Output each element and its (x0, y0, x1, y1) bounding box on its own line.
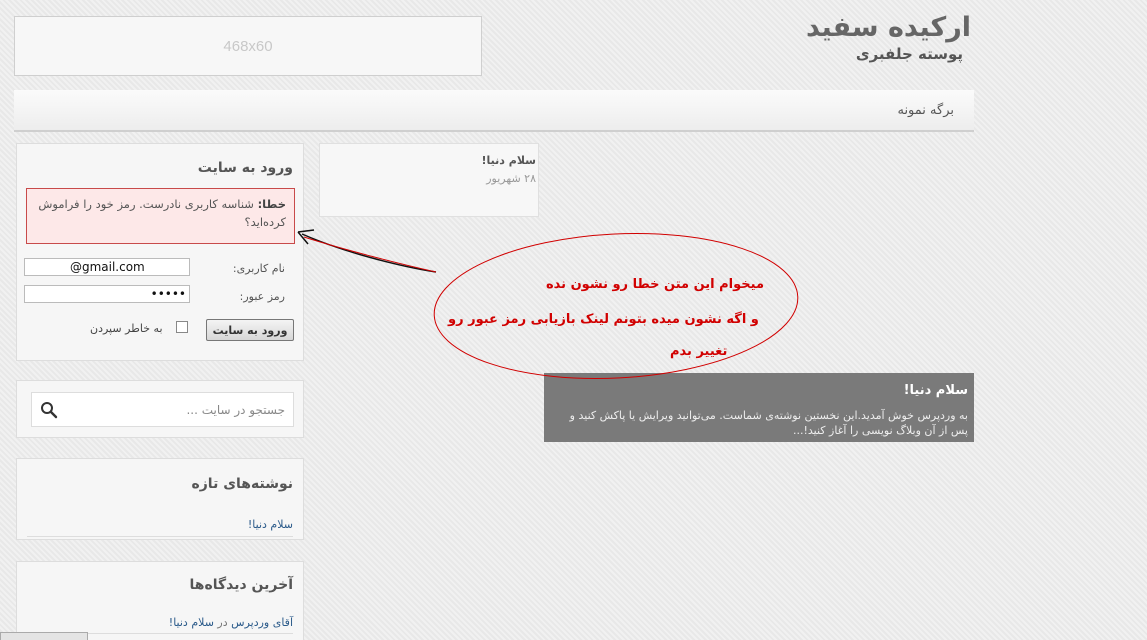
post-card: سلام دنیا! ۲۸ شهریور (319, 143, 539, 217)
featured-post-excerpt: به وردپرس خوش آمدید.این نخستین نوشته‌ی ش… (569, 409, 968, 437)
annotation-arrowhead (297, 229, 315, 245)
error-prefix: خطا: (257, 197, 286, 211)
logo-subtitle: پوسته جلفبری (855, 45, 963, 63)
remember-me-checkbox[interactable] (176, 321, 188, 333)
post-card-title[interactable]: سلام دنیا! (482, 154, 536, 167)
annotation-line-1: میخوام این متن خطا رو نشون نده (546, 277, 765, 292)
username-field[interactable] (24, 258, 190, 276)
search-icon[interactable] (40, 401, 58, 419)
recent-comments-title: آخرین دیدگاه‌ها (189, 577, 293, 593)
comment-connector: در (217, 616, 228, 629)
search-input[interactable] (68, 393, 293, 426)
password-label: رمز عبور: (239, 290, 285, 303)
comment-author-link[interactable]: آقای وردپرس (231, 616, 293, 629)
ad-banner-label: 468x60 (223, 37, 273, 55)
search-widget (16, 380, 304, 438)
nav-item-sample-page[interactable]: برگه نمونه (897, 103, 954, 118)
post-card-date: ۲۸ شهریور (486, 172, 536, 185)
recent-post-link[interactable]: سلام دنیا! (248, 518, 293, 531)
featured-post-title[interactable]: سلام دنیا! (904, 383, 968, 398)
login-error-box: خطا: شناسه کاربری نادرست. رمز خود را فرا… (26, 188, 295, 244)
annotation-arrow-line (301, 233, 437, 273)
login-widget-title: ورود به سایت (197, 160, 293, 176)
login-submit-button[interactable]: ورود به سایت (206, 319, 294, 341)
main-navigation: برگه نمونه (14, 90, 974, 132)
logo-title: ارکیده سفید (805, 12, 972, 43)
recent-posts-title: نوشته‌های تازه (191, 476, 293, 492)
error-message: شناسه کاربری نادرست. (139, 197, 254, 211)
annotation-drawing (297, 229, 799, 380)
bottom-status-tab (0, 632, 88, 640)
remember-me-label: به خاطر سپردن (90, 322, 163, 335)
password-field[interactable] (24, 285, 190, 303)
annotation-line-2: و اگه نشون میده بتونم لینک بازیابی رمز ع… (448, 312, 759, 327)
username-label: نام کاربری: (232, 262, 285, 275)
recent-posts-list: سلام دنیا! (27, 513, 293, 537)
login-widget: ورود به سایت خطا: شناسه کاربری نادرست. ر… (16, 143, 304, 361)
recent-comments-widget: آخرین دیدگاه‌ها آقای وردپرس در سلام دنیا… (16, 561, 304, 640)
comment-post-link[interactable]: سلام دنیا! (169, 616, 214, 629)
recent-posts-widget: نوشته‌های تازه سلام دنیا! (16, 458, 304, 540)
annotation-line-3: تغییر بدم (670, 344, 728, 359)
search-box (31, 392, 294, 427)
ad-banner-468x60[interactable]: 468x60 (14, 16, 482, 76)
annotation-ellipse (433, 232, 799, 380)
site-logo[interactable]: ارکیده سفید پوسته جلفبری (805, 12, 972, 63)
